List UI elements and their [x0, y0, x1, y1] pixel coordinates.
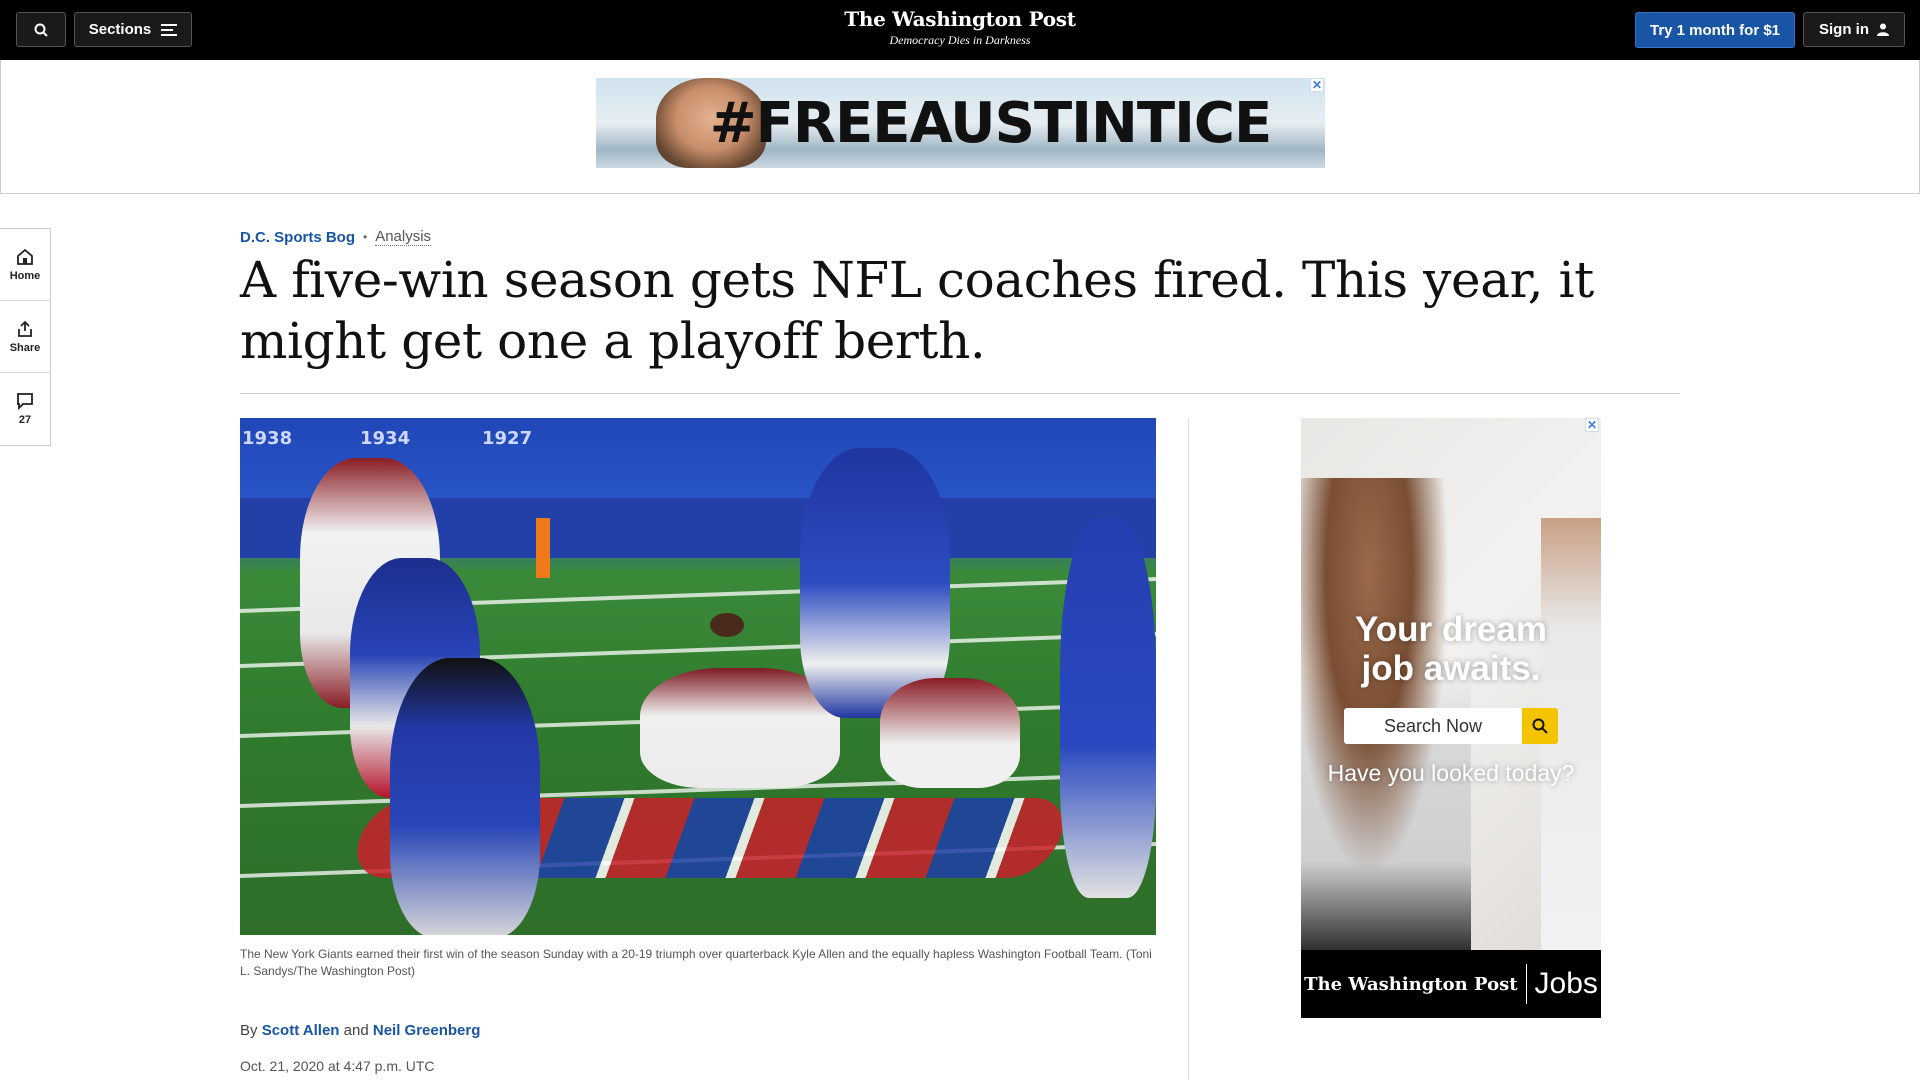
ad-footer-jobs: Jobs	[1534, 967, 1598, 1000]
column-divider	[1188, 418, 1189, 1080]
search-icon	[34, 23, 48, 37]
player-figure	[880, 678, 1020, 788]
left-utility-rail: Home Share 27	[0, 228, 51, 446]
article-headline: A five-win season gets NFL coaches fired…	[240, 251, 1594, 370]
image-caption: The New York Giants earned their first w…	[240, 947, 1152, 978]
publish-date: Oct. 21, 2020 at 4:47 p.m. UTC	[240, 1058, 435, 1074]
logo-tagline: Democracy Dies in Darkness	[889, 33, 1031, 47]
article-kicker: D.C. Sports Bog • Analysis	[240, 228, 432, 246]
ad-footer: The Washington Post Jobs	[1301, 950, 1601, 1018]
section-link[interactable]: D.C. Sports Bog	[240, 229, 355, 246]
rail-share-button[interactable]: Share	[0, 301, 50, 373]
top-ad-text: #FREEAUSTINTICE	[709, 90, 1273, 156]
ad-subtext: Have you looked today?	[1327, 760, 1575, 786]
sections-label: Sections	[88, 21, 152, 38]
share-icon	[18, 320, 32, 337]
rail-home-label: Home	[9, 269, 41, 282]
home-icon	[17, 248, 33, 265]
author-link[interactable]: Neil Greenberg	[373, 1022, 481, 1039]
byline-and: and	[343, 1022, 369, 1039]
sign-in-label: Sign in	[1819, 21, 1869, 38]
top-nav-bar: Sections The Washington Post Democracy D…	[0, 0, 1920, 60]
analysis-label[interactable]: Analysis	[375, 228, 432, 246]
player-figure	[390, 658, 540, 935]
ad-search-box[interactable]: Search Now	[1344, 708, 1558, 744]
pylon	[536, 518, 550, 578]
rail-comments-button[interactable]: 27	[0, 373, 50, 445]
ad-footer-separator	[1525, 964, 1527, 1004]
byline-prefix: By	[240, 1022, 258, 1039]
football	[710, 613, 744, 637]
rail-comments-count: 27	[18, 414, 32, 426]
site-logo[interactable]: The Washington Post Democracy Dies in Da…	[760, 6, 1160, 48]
sections-button[interactable]: Sections	[74, 12, 192, 47]
rail-home-button[interactable]: Home	[0, 229, 50, 301]
top-ad-banner[interactable]: #FREEAUSTINTICE	[596, 78, 1325, 168]
menu-icon	[161, 23, 178, 36]
sign-in-button[interactable]: Sign in	[1803, 12, 1905, 47]
subscribe-button[interactable]: Try 1 month for $1	[1635, 12, 1795, 48]
stand-number: 1934	[360, 428, 411, 449]
side-ad[interactable]: Your dream job awaits. Search Now Have y…	[1301, 418, 1601, 1018]
comment-icon	[17, 393, 33, 410]
logo-title: The Washington Post	[844, 7, 1076, 31]
search-button[interactable]	[16, 12, 66, 47]
ad-close-icon[interactable]: ✕	[1585, 418, 1599, 432]
lead-image[interactable]: 1938 1934 1927	[240, 418, 1156, 935]
kicker-separator: •	[363, 230, 368, 244]
byline: By Scott Allen and Neil Greenberg	[240, 1022, 480, 1039]
stand-number: 1927	[482, 428, 533, 449]
ad-search-input[interactable]: Search Now	[1344, 708, 1522, 744]
stand-number: 1938	[242, 428, 293, 449]
ad-headline-line: Your dream	[1355, 610, 1547, 649]
ad-footer-logo: The Washington Post	[1304, 973, 1518, 995]
ad-headline-line: job awaits.	[1361, 649, 1541, 688]
ad-close-icon[interactable]: ✕	[1310, 78, 1324, 92]
top-ad-container: #FREEAUSTINTICE ✕	[0, 60, 1920, 194]
ad-headline: Your dream job awaits.	[1301, 610, 1601, 688]
search-icon	[1532, 718, 1548, 734]
user-icon	[1877, 23, 1889, 36]
rail-share-label: Share	[9, 341, 41, 354]
headline-divider	[240, 393, 1680, 394]
player-figure	[1060, 518, 1156, 898]
ad-search-button[interactable]	[1522, 708, 1558, 744]
author-link[interactable]: Scott Allen	[262, 1022, 340, 1039]
